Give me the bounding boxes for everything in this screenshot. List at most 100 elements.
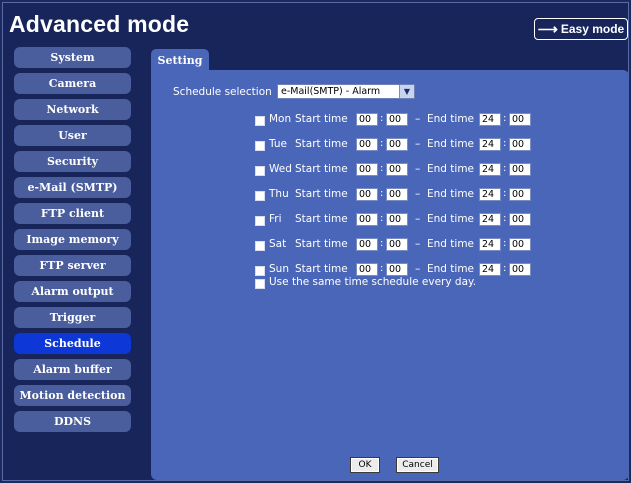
chevron-down-icon[interactable]: ▼: [399, 85, 414, 98]
start-time-label: Start time: [295, 113, 348, 125]
schedule-row-fri: Fri Start time 00:00– End time 24:00: [255, 213, 555, 227]
time-colon: :: [380, 213, 384, 224]
tab-setting[interactable]: Setting: [151, 49, 209, 71]
day-checkbox[interactable]: [255, 141, 265, 151]
time-colon: :: [503, 163, 507, 174]
settings-panel: Schedule selection e-Mail(SMTP) - Alarm …: [151, 70, 629, 480]
sidebar-item-user[interactable]: User: [14, 125, 131, 146]
start-hour-input[interactable]: 00: [356, 238, 378, 251]
start-minute-input[interactable]: 00: [386, 113, 408, 126]
end-hour-input[interactable]: 24: [479, 213, 501, 226]
start-hour-input[interactable]: 00: [356, 213, 378, 226]
sidebar-item-system[interactable]: System: [14, 47, 131, 68]
end-hour-input[interactable]: 24: [479, 188, 501, 201]
end-time-label: End time: [427, 138, 475, 150]
start-minute-input[interactable]: 00: [386, 138, 408, 151]
time-colon: :: [380, 263, 384, 274]
range-dash: –: [415, 163, 421, 175]
range-dash: –: [415, 263, 421, 275]
end-minute-input[interactable]: 00: [509, 138, 531, 151]
schedule-row-mon: Mon Start time 00:00– End time 24:00: [255, 113, 555, 127]
start-time-label: Start time: [295, 263, 348, 275]
start-minute-input[interactable]: 00: [386, 263, 408, 276]
time-colon: :: [503, 213, 507, 224]
day-checkbox[interactable]: [255, 216, 265, 226]
start-time-label: Start time: [295, 163, 348, 175]
day-checkbox[interactable]: [255, 241, 265, 251]
end-minute-input[interactable]: 00: [509, 213, 531, 226]
start-hour-input[interactable]: 00: [356, 263, 378, 276]
schedule-selection-value: e-Mail(SMTP) - Alarm: [281, 86, 381, 97]
sidebar: System Camera Network User Security e-Ma…: [14, 47, 131, 437]
end-hour-input[interactable]: 24: [479, 163, 501, 176]
time-colon: :: [380, 238, 384, 249]
sidebar-item-security[interactable]: Security: [14, 151, 131, 172]
range-dash: –: [415, 188, 421, 200]
ok-button[interactable]: OK: [350, 457, 380, 473]
start-hour-input[interactable]: 00: [356, 138, 378, 151]
easy-mode-label: Easy mode: [560, 22, 625, 36]
end-minute-input[interactable]: 00: [509, 188, 531, 201]
sidebar-item-motion-detection[interactable]: Motion detection: [14, 385, 131, 406]
start-hour-input[interactable]: 00: [356, 188, 378, 201]
time-colon: :: [380, 113, 384, 124]
end-time-label: End time: [427, 188, 475, 200]
sidebar-item-ddns[interactable]: DDNS: [14, 411, 131, 432]
schedule-selection-label: Schedule selection: [173, 86, 272, 98]
end-minute-input[interactable]: 00: [509, 113, 531, 126]
sidebar-item-email-smtp[interactable]: e-Mail (SMTP): [14, 177, 131, 198]
range-dash: –: [415, 138, 421, 150]
sidebar-item-schedule[interactable]: Schedule: [14, 333, 131, 354]
end-time-label: End time: [427, 238, 475, 250]
start-minute-input[interactable]: 00: [386, 238, 408, 251]
sidebar-item-ftp-client[interactable]: FTP client: [14, 203, 131, 224]
time-colon: :: [503, 263, 507, 274]
end-hour-input[interactable]: 24: [479, 113, 501, 126]
start-minute-input[interactable]: 00: [386, 188, 408, 201]
start-time-label: Start time: [295, 213, 348, 225]
end-hour-input[interactable]: 24: [479, 263, 501, 276]
day-checkbox[interactable]: [255, 191, 265, 201]
cancel-button[interactable]: Cancel: [396, 457, 439, 473]
sidebar-item-alarm-output[interactable]: Alarm output: [14, 281, 131, 302]
page-title: Advanced mode: [9, 11, 190, 37]
time-colon: :: [503, 188, 507, 199]
sidebar-item-ftp-server[interactable]: FTP server: [14, 255, 131, 276]
time-colon: :: [503, 113, 507, 124]
day-label: Thu: [269, 188, 289, 200]
schedule-row-thu: Thu Start time 00:00– End time 24:00: [255, 188, 555, 202]
same-schedule-checkbox[interactable]: [255, 279, 265, 289]
day-label: Fri: [269, 213, 282, 225]
day-checkbox[interactable]: [255, 166, 265, 176]
sidebar-item-alarm-buffer[interactable]: Alarm buffer: [14, 359, 131, 380]
app-frame: Advanced mode ⟶ Easy mode System Camera …: [2, 2, 629, 481]
schedule-row-sun: Sun Start time 00:00– End time 24:00: [255, 263, 555, 277]
schedule-row-sat: Sat Start time 00:00– End time 24:00: [255, 238, 555, 252]
start-hour-input[interactable]: 00: [356, 113, 378, 126]
end-minute-input[interactable]: 00: [509, 238, 531, 251]
end-hour-input[interactable]: 24: [479, 238, 501, 251]
schedule-selection-select[interactable]: e-Mail(SMTP) - Alarm ▼: [277, 84, 415, 99]
end-time-label: End time: [427, 163, 475, 175]
time-colon: :: [380, 138, 384, 149]
sidebar-item-network[interactable]: Network: [14, 99, 131, 120]
range-dash: –: [415, 113, 421, 125]
easy-mode-button[interactable]: ⟶ Easy mode: [534, 18, 628, 40]
end-hour-input[interactable]: 24: [479, 138, 501, 151]
sidebar-item-trigger[interactable]: Trigger: [14, 307, 131, 328]
day-label: Mon: [269, 113, 292, 125]
start-minute-input[interactable]: 00: [386, 213, 408, 226]
day-checkbox[interactable]: [255, 266, 265, 276]
end-time-label: End time: [427, 113, 475, 125]
end-minute-input[interactable]: 00: [509, 263, 531, 276]
start-time-label: Start time: [295, 238, 348, 250]
range-dash: –: [415, 238, 421, 250]
range-dash: –: [415, 213, 421, 225]
sidebar-item-camera[interactable]: Camera: [14, 73, 131, 94]
day-checkbox[interactable]: [255, 116, 265, 126]
sidebar-item-image-memory[interactable]: Image memory: [14, 229, 131, 250]
end-minute-input[interactable]: 00: [509, 163, 531, 176]
start-minute-input[interactable]: 00: [386, 163, 408, 176]
start-hour-input[interactable]: 00: [356, 163, 378, 176]
time-colon: :: [503, 238, 507, 249]
